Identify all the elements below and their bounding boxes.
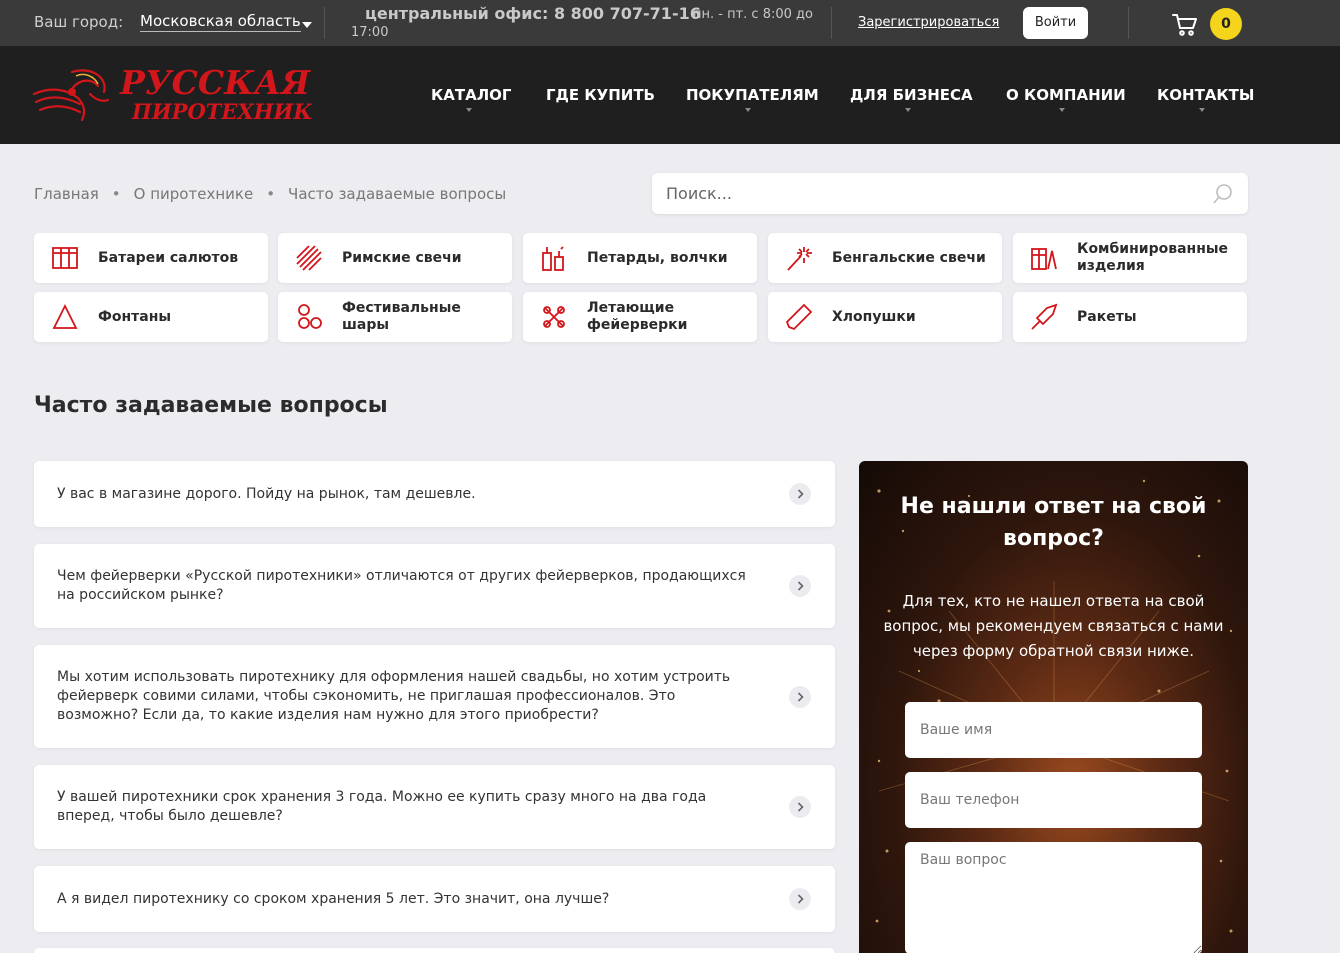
search-input[interactable] [666, 173, 1206, 214]
category-tile-firecrackers[interactable]: Петарды, волчки [523, 233, 757, 283]
nav-item-customers[interactable]: ПОКУПАТЕЛЯМ [686, 86, 819, 104]
category-tile-party-poppers[interactable]: Хлопушки [768, 292, 1002, 342]
svg-text:РУССКАЯ: РУССКАЯ [119, 64, 311, 102]
party-popper-icon [784, 302, 814, 332]
category-tile-fountains[interactable]: Фонтаны [34, 292, 268, 342]
faq-item[interactable]: Чем фейерверки «Русской пиротехники» отл… [34, 544, 835, 628]
category-label: Петарды, волчки [587, 249, 728, 266]
breadcrumb-home[interactable]: Главная [34, 185, 99, 203]
panel-title: Не нашли ответ на свой вопрос? [900, 494, 1207, 551]
breadcrumb-separator: • [266, 185, 276, 203]
city-selector[interactable]: Московская область [140, 12, 301, 32]
phone-field[interactable] [905, 772, 1202, 828]
nav-item-company[interactable]: О КОМПАНИИ [1006, 86, 1126, 104]
question-field[interactable] [905, 842, 1202, 953]
faq-question: Чем фейерверки «Русской пиротехники» отл… [57, 568, 746, 603]
chevron-right-icon[interactable] [789, 796, 811, 818]
chevron-down-icon [1199, 108, 1205, 112]
festival-balls-icon [294, 302, 324, 332]
login-button[interactable]: Войти [1023, 7, 1088, 39]
name-field[interactable] [905, 702, 1202, 758]
register-link[interactable]: Зарегистрироваться [858, 15, 999, 30]
nav-item-where-to-buy[interactable]: ГДЕ КУПИТЬ [546, 86, 655, 104]
working-hours-end: 17:00 [351, 25, 389, 40]
breadcrumb: Главная • О пиротехнике • Часто задаваемые в… [34, 185, 506, 203]
nav-item-contacts[interactable]: КОНТАКТЫ [1157, 86, 1254, 104]
chevron-down-icon [745, 108, 751, 112]
chevron-right-icon[interactable] [789, 888, 811, 910]
battery-grid-icon [50, 243, 80, 273]
category-tile-festival-balls[interactable]: Фестивальные шары [278, 292, 512, 342]
category-tile-batteries[interactable]: Батареи салютов [34, 233, 268, 283]
faq-item[interactable]: У вашей пиротехники срок хранения 3 года… [34, 765, 835, 849]
page-title: Часто задаваемые вопросы [34, 393, 388, 418]
chevron-down-icon [905, 108, 911, 112]
divider [324, 7, 325, 39]
category-label: Летающие фейерверки [587, 300, 688, 333]
category-label: Фонтаны [98, 308, 172, 325]
category-label: Хлопушки [832, 308, 916, 325]
category-label: Батареи салютов [98, 249, 239, 266]
faq-item[interactable] [34, 948, 835, 953]
faq-item[interactable]: У вас в магазине дорого. Пойду на рынок,… [34, 461, 835, 527]
main-header: РУССКАЯ ПИРОТЕХНИКА КАТАЛОГ ГДЕ КУПИТЬ П… [0, 46, 1340, 144]
faq-question: У вашей пиротехники срок хранения 3 года… [57, 789, 707, 824]
category-label: Бенгальские свечи [832, 249, 986, 266]
faq-question: А я видел пиротехнику со сроком хранения… [57, 890, 610, 907]
breadcrumb-separator: • [111, 185, 121, 203]
breadcrumb-current: Часто задаваемые вопросы [288, 185, 507, 203]
top-bar: Ваш город: Московская область центральны… [0, 0, 1340, 46]
chevron-right-icon[interactable] [789, 483, 811, 505]
divider [831, 7, 832, 39]
chevron-down-icon[interactable] [302, 22, 312, 28]
working-hours: пн. - пт. с 8:00 до [693, 7, 813, 22]
faq-question: Мы хотим использовать пиротехнику для оф… [57, 669, 731, 723]
contact-form-panel: Не нашли ответ на свой вопрос? Для тех, … [859, 461, 1248, 953]
chevron-right-icon[interactable] [789, 686, 811, 708]
logo[interactable]: РУССКАЯ ПИРОТЕХНИКА [32, 63, 330, 126]
firecrackers-icon [539, 243, 569, 273]
rocket-icon [1029, 302, 1059, 332]
category-tile-rockets[interactable]: Ракеты [1013, 292, 1247, 342]
category-label: Фестивальные шары [342, 300, 461, 333]
divider [1128, 7, 1129, 39]
panel-description: Для тех, кто не нашел ответа на свой воп… [883, 592, 1224, 660]
search-icon[interactable] [1212, 183, 1234, 205]
category-tile-sparklers[interactable]: Бенгальские свечи [768, 233, 1002, 283]
faq-question: У вас в магазине дорого. Пойду на рынок,… [57, 485, 476, 502]
chevron-down-icon [1059, 108, 1065, 112]
category-tile-flying-fireworks[interactable]: Летающие фейерверки [523, 292, 757, 342]
faq-item[interactable]: Мы хотим использовать пиротехнику для оф… [34, 645, 835, 748]
nav-item-catalog[interactable]: КАТАЛОГ [431, 86, 511, 104]
roman-candles-icon [294, 243, 324, 273]
fountain-icon [50, 302, 80, 332]
category-tile-roman-candles[interactable]: Римские свечи [278, 233, 512, 283]
office-phone[interactable]: центральный офис: 8 800 707-71-16 [365, 4, 701, 23]
cart-count-badge[interactable]: 0 [1210, 8, 1242, 40]
faq-item[interactable]: А я видел пиротехнику со сроком хранения… [34, 866, 835, 932]
nav-item-business[interactable]: ДЛЯ БИЗНЕСА [850, 86, 973, 104]
category-label: Ракеты [1077, 308, 1137, 325]
chevron-down-icon [466, 108, 472, 112]
svg-text:ПИРОТЕХНИКА: ПИРОТЕХНИКА [131, 99, 312, 124]
category-label: Комбинированные изделия [1077, 241, 1229, 274]
category-tile-combined[interactable]: Комбинированные изделия [1013, 233, 1247, 283]
flying-fireworks-icon [539, 302, 569, 332]
search-box [652, 173, 1248, 214]
chevron-right-icon[interactable] [789, 575, 811, 597]
sparkler-icon [784, 243, 814, 273]
city-label: Ваш город: [34, 13, 124, 31]
breadcrumb-about-pyrotechnics[interactable]: О пиротехнике [134, 185, 254, 203]
combined-icon [1029, 243, 1059, 273]
cart-icon[interactable] [1170, 9, 1200, 39]
category-label: Римские свечи [342, 249, 462, 266]
